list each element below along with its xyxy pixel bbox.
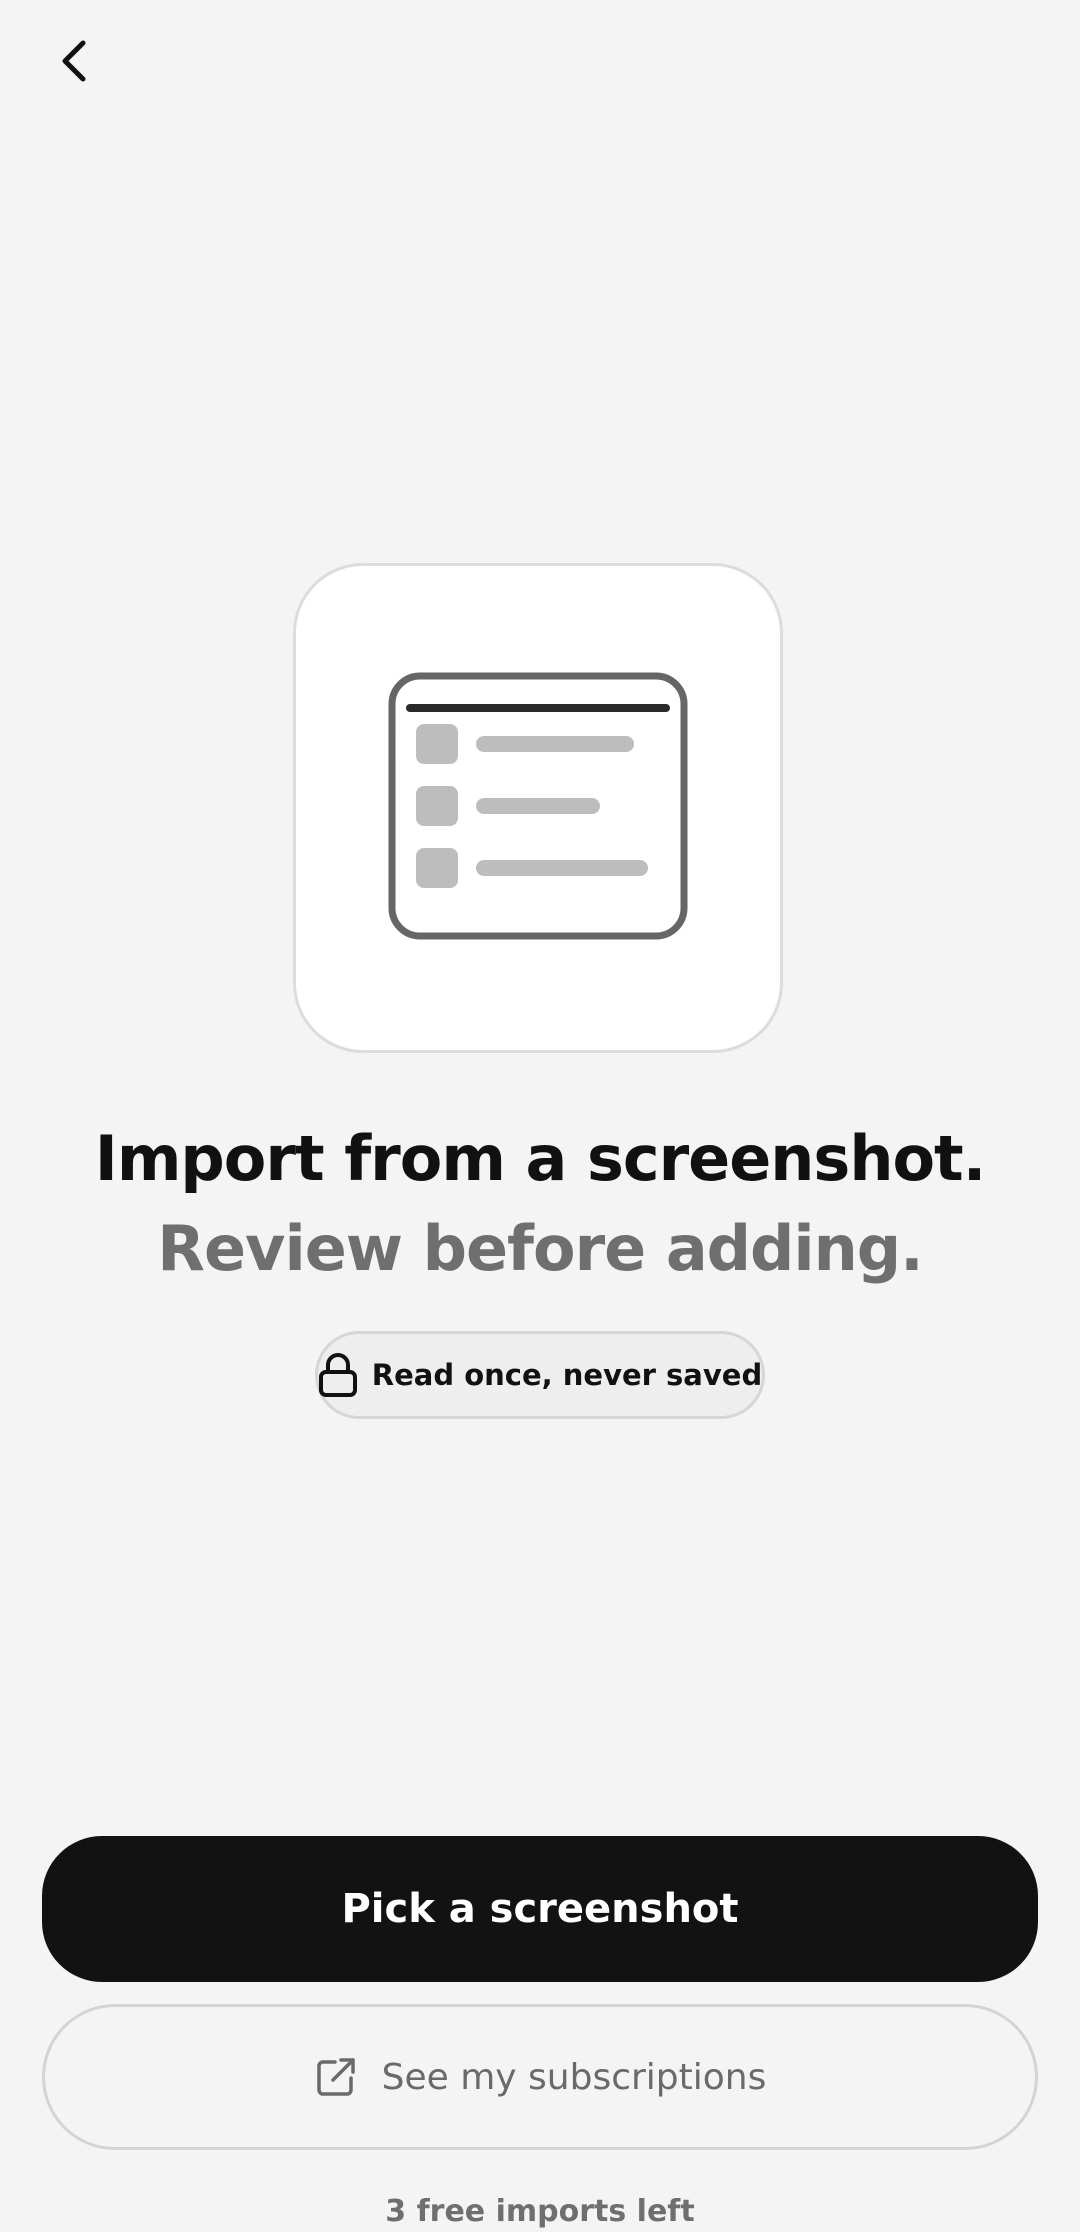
chevron-left-icon	[55, 37, 95, 89]
headline-primary: Import from a screenshot.	[94, 1122, 987, 1195]
see-subscriptions-label: See my subscriptions	[381, 2056, 767, 2098]
free-imports-remaining: 3 free imports left	[385, 2194, 695, 2229]
see-subscriptions-button[interactable]: See my subscriptions	[42, 2004, 1038, 2150]
headline-secondary: Review before adding.	[157, 1212, 924, 1285]
lock-icon	[318, 1351, 358, 1399]
back-button[interactable]	[42, 30, 108, 96]
privacy-badge: Read once, never saved	[315, 1331, 765, 1419]
illustration-card	[293, 563, 783, 1053]
privacy-badge-label: Read once, never saved	[371, 1358, 763, 1392]
external-link-icon	[314, 2055, 358, 2099]
document-list-icon	[388, 672, 688, 944]
pick-screenshot-button[interactable]: Pick a screenshot	[42, 1836, 1038, 1982]
